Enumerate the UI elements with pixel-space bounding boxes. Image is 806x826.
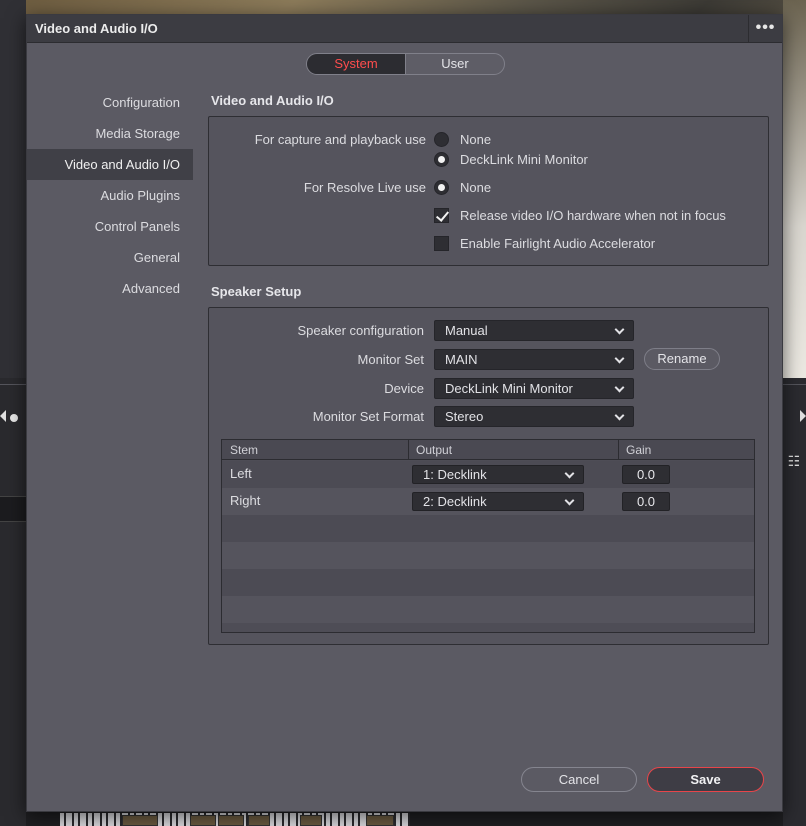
background-next-arrow-icon [800,410,806,422]
output-select[interactable]: 2: Decklink [412,492,584,511]
cancel-button[interactable]: Cancel [521,767,637,792]
background-film-thumbnail [366,815,394,826]
capture-option-decklink-label: DeckLink Mini Monitor [460,152,588,167]
stems-table: Stem Output Gain Left 1: Decklink 0.0 Ri… [221,439,755,633]
resolve-live-option-none-label: None [460,180,492,195]
table-row-empty [222,542,754,569]
output-select[interactable]: 1: Decklink [412,465,584,484]
background-film-thumbnail [300,815,322,826]
fairlight-accelerator-checkbox[interactable]: Enable Fairlight Audio Accelerator [434,236,655,251]
radio-checked-icon [434,180,449,195]
sidebar-item-video-audio-io[interactable]: Video and Audio I/O [27,149,193,180]
scope-segmented-control: System User [306,53,505,75]
checkbox-icon [434,236,449,251]
chevron-down-icon [614,382,625,393]
background-timeline-left [0,378,26,826]
gain-input[interactable]: 0.0 [622,492,670,511]
column-header-output: Output [416,443,453,457]
radio-icon [434,132,449,147]
preferences-dialog: Video and Audio I/O ••• System User Conf… [26,14,783,812]
capture-playback-label: For capture and playback use [254,132,426,147]
capture-option-decklink[interactable]: DeckLink Mini Monitor [434,152,588,167]
table-row-empty [222,515,754,542]
chevron-down-icon [614,324,625,335]
table-row: Left 1: Decklink 0.0 [222,461,754,488]
table-row: Right 2: Decklink 0.0 [222,488,754,515]
dialog-titlebar: Video and Audio I/O ••• [27,15,782,43]
video-io-panel: For capture and playback use None DeckLi… [208,116,769,266]
save-button[interactable]: Save [647,767,764,792]
column-header-gain: Gain [626,443,652,457]
monitor-set-format-label: Monitor Set Format [312,409,424,424]
tab-system[interactable]: System [307,54,406,74]
sidebar-item-general[interactable]: General [27,242,193,273]
device-select[interactable]: DeckLink Mini Monitor [434,378,634,399]
background-field [0,496,26,522]
more-dots-icon: ••• [755,19,776,36]
background-playhead-dot-icon [10,414,18,422]
gain-input[interactable]: 0.0 [622,465,670,484]
table-header: Stem Output Gain [222,440,754,460]
resolve-live-label: For Resolve Live use [303,180,426,195]
output-value: 2: Decklink [423,494,487,509]
stem-cell: Left [230,466,252,481]
monitor-set-format-value: Stereo [445,409,484,424]
background-film-thumbnail [248,815,270,826]
video-io-section-title: Video and Audio I/O [211,93,334,108]
sidebar-item-control-panels[interactable]: Control Panels [27,211,193,242]
dialog-title: Video and Audio I/O [35,21,158,36]
chevron-down-icon [614,410,625,421]
more-options-button[interactable]: ••• [748,15,782,43]
background-right-viewer [783,0,806,378]
background-left-panel [0,0,26,378]
background-lock-icon: ☷ [787,453,801,469]
background-film-thumbnail [190,815,216,826]
device-value: DeckLink Mini Monitor [445,381,573,396]
release-io-checkbox[interactable]: Release video I/O hardware when not in f… [434,208,726,223]
sidebar-item-configuration[interactable]: Configuration [27,87,193,118]
chevron-down-icon [614,353,625,364]
fairlight-accelerator-checkbox-label: Enable Fairlight Audio Accelerator [460,236,656,251]
device-label: Device [384,381,424,396]
sidebar-item-media-storage[interactable]: Media Storage [27,118,193,149]
rename-button[interactable]: Rename [644,348,720,370]
column-header-stem: Stem [230,443,259,457]
speaker-config-select[interactable]: Manual [434,320,634,341]
resolve-live-option-none[interactable]: None [434,180,491,195]
speaker-config-label: Speaker configuration [297,323,424,338]
monitor-set-select[interactable]: MAIN [434,349,634,370]
capture-option-none-label: None [460,132,492,147]
background-timeline-right [783,378,806,826]
output-value: 1: Decklink [423,467,487,482]
table-row-empty [222,569,754,596]
monitor-set-format-select[interactable]: Stereo [434,406,634,427]
capture-option-none[interactable]: None [434,132,491,147]
chevron-down-icon [564,468,575,479]
background-film-thumbnail [122,815,158,826]
chevron-down-icon [564,495,575,506]
preferences-sidebar: Configuration Media Storage Video and Au… [27,87,193,304]
radio-checked-icon [434,152,449,167]
background-divider [0,384,26,385]
background-film-thumbnail [218,815,244,826]
stem-cell: Right [230,493,261,508]
table-row-empty [222,596,754,623]
speaker-config-value: Manual [445,323,488,338]
sidebar-item-audio-plugins[interactable]: Audio Plugins [27,180,193,211]
background-prev-arrow-icon [0,410,6,422]
speaker-setup-section-title: Speaker Setup [211,284,302,299]
monitor-set-label: Monitor Set [357,352,424,367]
tab-user[interactable]: User [406,54,504,74]
checkbox-checked-icon [434,208,449,223]
release-io-checkbox-label: Release video I/O hardware when not in f… [460,208,726,223]
sidebar-item-advanced[interactable]: Advanced [27,273,193,304]
monitor-set-value: MAIN [445,352,478,367]
background-divider [783,384,806,385]
